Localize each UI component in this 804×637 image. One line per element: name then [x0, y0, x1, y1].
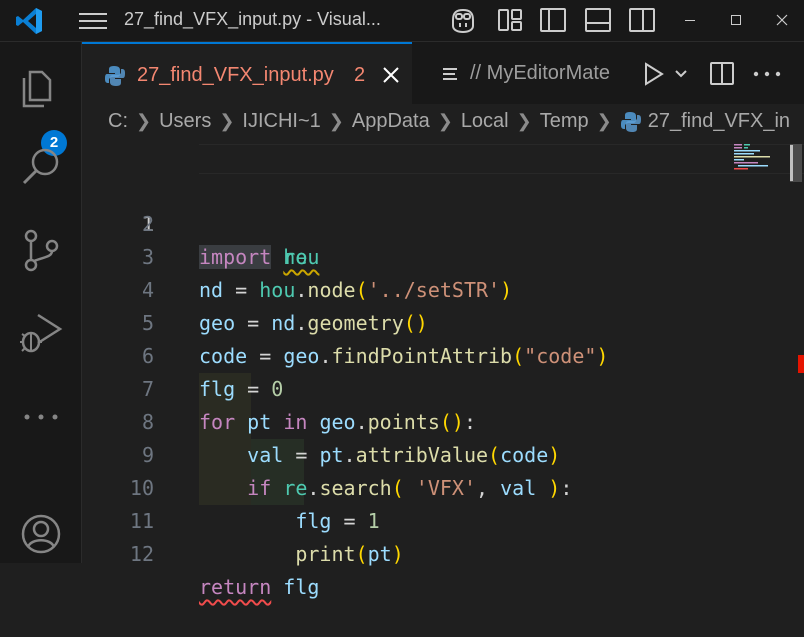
tab-problem-count: 2 — [354, 64, 366, 86]
toggle-secondary-sidebar-icon[interactable] — [627, 6, 657, 34]
activity-bar: 2 — [0, 42, 82, 563]
line-number: 12 — [129, 542, 154, 566]
tab-myeditormate[interactable]: // MyEditorMate — [412, 42, 642, 104]
cursor-position-marker — [790, 145, 793, 181]
code-line[interactable]: 11 print(pt) — [82, 472, 732, 566]
account-icon[interactable] — [16, 509, 66, 559]
python-file-icon — [105, 66, 125, 86]
editor-tab-bar: 27_find_VFX_input.py 2 // MyEditorMate — [82, 42, 804, 104]
editor-scrollbar[interactable] — [790, 142, 804, 563]
maximize-icon[interactable] — [721, 6, 751, 34]
tab-label: 27_find_VFX_input.py — [137, 64, 334, 86]
code-line[interactable]: 5 code = geo.findPointAttrib("code") — [82, 274, 732, 368]
code-line[interactable]: 10 flg = 1 — [82, 439, 732, 533]
code-editor[interactable]: 1 import hou 2 import re 3 nd = hou.node… — [82, 142, 804, 599]
split-editor-icon[interactable] — [707, 60, 737, 88]
code-line[interactable]: 2 import re — [82, 175, 732, 269]
window-title: 27_find_VFX_input.py - Visual... — [124, 9, 381, 29]
search-icon[interactable] — [16, 142, 66, 192]
code-line[interactable]: 7 for pt in geo.points(): — [82, 340, 732, 434]
chevron-right-icon: ❯ — [516, 111, 532, 132]
chevron-right-icon: ❯ — [596, 111, 612, 132]
chevron-right-icon: ❯ — [328, 111, 344, 132]
code-line[interactable]: 6 flg = 0 — [82, 307, 732, 401]
code-line[interactable]: 12 return flg — [82, 505, 732, 599]
tab-label: // MyEditorMate — [470, 62, 611, 84]
breadcrumb-item[interactable]: Temp — [540, 110, 589, 133]
chevron-right-icon: ❯ — [437, 111, 453, 132]
close-icon[interactable] — [767, 6, 797, 34]
chevron-right-icon: ❯ — [136, 111, 152, 132]
run-debug-icon[interactable] — [16, 309, 66, 359]
title-bar: 27_find_VFX_input.py - Visual... — [0, 0, 804, 42]
editor-more-actions-icon[interactable] — [750, 60, 784, 88]
tab-27-find-vfx-input[interactable]: 27_find_VFX_input.py 2 — [82, 42, 412, 104]
minimize-icon[interactable] — [675, 6, 705, 34]
source-control-icon[interactable] — [16, 225, 66, 275]
explorer-icon[interactable] — [16, 60, 66, 110]
minimap[interactable] — [734, 142, 784, 172]
current-line-highlight — [199, 144, 804, 174]
code-text: return flg — [199, 575, 320, 599]
customize-layout-icon[interactable] — [495, 6, 525, 34]
run-icon[interactable] — [642, 60, 692, 88]
toggle-panel-icon[interactable] — [583, 6, 613, 34]
toggle-primary-sidebar-icon[interactable] — [538, 6, 568, 34]
text-file-icon — [443, 68, 457, 80]
tab-close-icon[interactable] — [382, 66, 400, 84]
code-text: print(pt) — [295, 542, 404, 566]
breadcrumb-item[interactable]: IJICHI~1 — [242, 110, 320, 133]
breadcrumb-item[interactable]: Users — [159, 110, 211, 133]
error-marker — [798, 355, 804, 373]
breadcrumb: C: ❯ Users ❯ IJICHI~1 ❯ AppData ❯ Local ❯ Temp ❯ 27_… — [108, 110, 790, 140]
vscode-logo-icon — [16, 8, 42, 34]
hamburger-menu-icon[interactable] — [78, 8, 108, 34]
code-line[interactable]: 4 geo = nd.geometry() — [82, 241, 732, 335]
python-file-icon — [620, 111, 641, 132]
code-line[interactable]: 9 if re.search( 'VFX', val ): — [82, 406, 732, 500]
copilot-icon[interactable] — [448, 6, 478, 34]
code-line[interactable]: 3 nd = hou.node('../setSTR') — [82, 208, 732, 302]
code-line[interactable]: 1 import hou — [82, 142, 804, 269]
breadcrumb-item[interactable]: AppData — [352, 110, 430, 133]
chevron-right-icon: ❯ — [219, 111, 235, 132]
code-line[interactable]: 8 val = pt.attribValue(code) — [82, 373, 732, 467]
breadcrumb-item[interactable]: Local — [461, 110, 509, 133]
breadcrumb-item[interactable]: 27_find_VFX_in — [648, 110, 790, 133]
more-icon[interactable] — [16, 392, 66, 442]
breadcrumb-item[interactable]: C: — [108, 110, 128, 133]
